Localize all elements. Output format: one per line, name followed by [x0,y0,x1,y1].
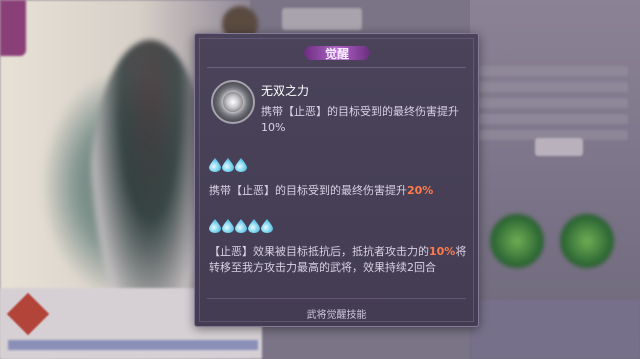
tier-2-highlight: 10% [429,245,456,258]
awakening-skill-popup: 觉醒 无双之力 携带【止恶】的目标受到的最终伤害提升10% 携带【止恶】的目标受… [194,33,479,327]
tier-1-text: 携带【止恶】的目标受到的最终伤害提升20% [209,183,467,199]
tier-2-drops [209,219,273,233]
background-progress-bar [8,340,258,350]
skill-description: 携带【止恶】的目标受到的最终伤害提升10% [261,105,459,134]
footer-divider [207,298,466,299]
water-drop-icon [261,219,273,233]
background-small-button [535,138,583,156]
skill-burst-core [223,92,243,112]
water-drop-icon [209,219,221,233]
background-skill-orb-1 [490,214,544,268]
water-drop-icon [235,219,247,233]
water-drop-icon [248,219,260,233]
popup-title: 觉醒 [324,47,349,61]
background-bottom-right [470,300,640,359]
background-side-tab [0,0,26,56]
water-drop-icon [209,158,221,172]
water-drop-icon [222,219,234,233]
tier-1-drops [209,158,247,172]
water-drop-icon [235,158,247,172]
skill-burst-icon [211,80,255,124]
tier-1-highlight: 20% [407,184,434,197]
background-top-button [282,8,362,30]
tier-1-text-before: 携带【止恶】的目标受到的最终伤害提升 [209,184,407,197]
title-badge: 觉醒 [303,43,371,63]
tier-2-text: 【止恶】效果被目标抵抗后，抵抗者攻击力的10%将转移至我方攻击力最高的武将，效果… [209,244,467,276]
title-divider [207,67,466,68]
tier-2-text-before: 【止恶】效果被目标抵抗后，抵抗者攻击力的 [209,245,429,258]
skill-name: 无双之力 [261,84,310,98]
water-drop-icon [222,158,234,172]
background-skill-orb-2 [560,214,614,268]
popup-footer-label: 武将觉醒技能 [306,310,367,321]
